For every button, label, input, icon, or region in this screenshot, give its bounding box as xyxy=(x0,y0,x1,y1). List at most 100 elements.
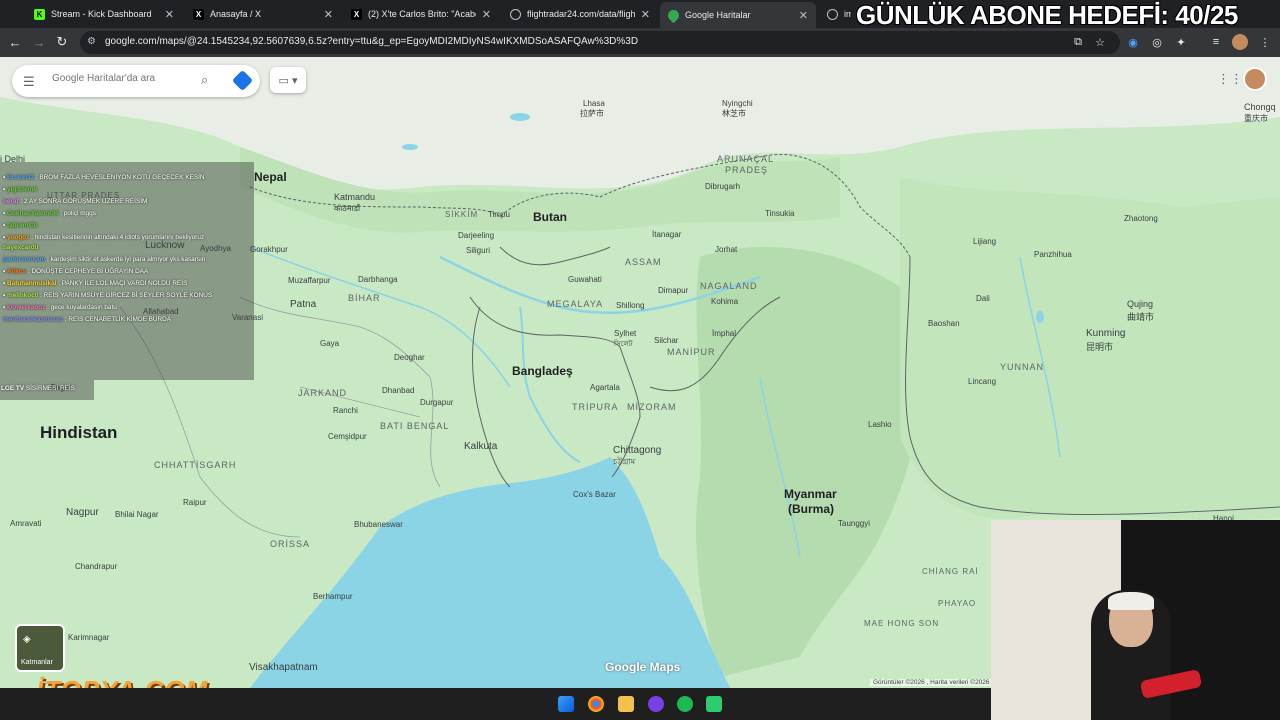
country-label-india[interactable]: Hindistan xyxy=(40,423,117,443)
city-label-raipur[interactable]: Raipur xyxy=(183,498,207,507)
reload-icon[interactable]: ↻ xyxy=(53,33,71,51)
tab-image[interactable]: imag xyxy=(819,3,859,25)
tab-x-home[interactable]: X Anasayfa / X ✕ xyxy=(185,3,341,25)
city-label-silchar[interactable]: Silchar xyxy=(654,336,678,345)
close-icon[interactable]: ✕ xyxy=(165,8,174,21)
city-label-tinsukia[interactable]: Tinsukia xyxy=(765,209,795,218)
windows-start-icon[interactable] xyxy=(558,696,574,712)
city-label-dimapur[interactable]: Dimapur xyxy=(658,286,688,295)
more-menu-icon[interactable]: ⋮ xyxy=(1257,34,1273,50)
city-label-lhasa-local: 拉萨市 xyxy=(580,109,604,118)
city-label-imphal[interactable]: İmphal xyxy=(712,329,736,338)
chat-message: ▪ yoogoz : hindistan kesitlerinin altınd… xyxy=(3,234,205,241)
kick-app-icon[interactable] xyxy=(706,696,722,712)
city-label-lincang[interactable]: Lincang xyxy=(968,377,996,386)
tab-google-maps[interactable]: Google Haritalar ✕ xyxy=(660,2,816,28)
close-icon[interactable]: ✕ xyxy=(482,8,491,21)
spotify-icon[interactable] xyxy=(677,696,693,712)
google-apps-icon[interactable]: ⋮⋮ xyxy=(1217,71,1243,87)
city-label-karimnagar[interactable]: Karimnagar xyxy=(68,633,109,642)
tab-kick[interactable]: K Stream - Kick Dashboard ✕ xyxy=(26,3,182,25)
close-icon[interactable]: ✕ xyxy=(799,9,808,22)
media-icon[interactable]: ≡ xyxy=(1208,34,1224,50)
city-label-lashio[interactable]: Lashio xyxy=(868,420,892,429)
city-label-lijiang[interactable]: Lijiang xyxy=(973,237,996,246)
country-label-bhutan[interactable]: Butan xyxy=(533,210,567,224)
city-label-deoghar[interactable]: Deoghar xyxy=(394,353,425,362)
extension-icon[interactable]: ◉ xyxy=(1125,34,1141,50)
account-avatar[interactable] xyxy=(1243,67,1267,91)
city-label-itanagar[interactable]: İtanagar xyxy=(652,230,681,239)
city-label-katmandu[interactable]: Katmandu xyxy=(334,192,375,202)
city-label-dhanbad[interactable]: Dhanbad xyxy=(382,386,414,395)
country-label-myanmar[interactable]: Myanmar xyxy=(784,487,837,501)
city-label-qujing[interactable]: Qujing xyxy=(1127,299,1153,309)
city-label-baoshan[interactable]: Baoshan xyxy=(928,319,960,328)
close-icon[interactable]: ✕ xyxy=(324,8,333,21)
forward-arrow-icon[interactable]: → xyxy=(30,33,48,51)
close-icon[interactable]: ✕ xyxy=(641,8,650,21)
search-icon[interactable]: ⌕ xyxy=(201,72,208,88)
city-label-muzaffarpur[interactable]: Muzaffarpur xyxy=(288,276,331,285)
keyboard-input-button[interactable]: ▭ ▾ xyxy=(270,67,306,93)
city-label-visakhapatnam[interactable]: Visakhapatnam xyxy=(249,662,318,673)
directions-icon[interactable] xyxy=(231,69,254,92)
tab-flightradar[interactable]: flightradar24.com/data/flights/ ✕ xyxy=(502,3,658,25)
address-bar[interactable]: ⚙ google.com/maps/@24.1545234,92.5607639… xyxy=(80,31,1120,54)
extension-icon[interactable]: ◎ xyxy=(1149,34,1165,50)
city-label-lhasa[interactable]: Lhasa xyxy=(583,99,605,108)
hamburger-menu-icon[interactable]: ☰ xyxy=(23,74,35,90)
file-explorer-icon[interactable] xyxy=(618,696,634,712)
city-label-berhampur[interactable]: Berhampur xyxy=(313,592,353,601)
city-label-siliguri[interactable]: Siliguri xyxy=(466,246,490,255)
city-label-zhaotong[interactable]: Zhaotong xyxy=(1124,214,1158,223)
city-label-chittagong[interactable]: Chittagong xyxy=(613,445,661,456)
city-label-dali[interactable]: Dali xyxy=(976,294,990,303)
city-label-panzhihua[interactable]: Panzhihua xyxy=(1034,250,1072,259)
back-arrow-icon[interactable]: ← xyxy=(6,33,24,51)
city-label-ranchi[interactable]: Ranchi xyxy=(333,406,358,415)
chrome-icon[interactable] xyxy=(588,696,604,712)
city-label-agartala[interactable]: Agartala xyxy=(590,383,620,392)
city-label-bhilai[interactable]: Bhilai Nagar xyxy=(115,510,159,519)
discord-icon[interactable] xyxy=(648,696,664,712)
city-label-amravati[interactable]: Amravati xyxy=(10,519,42,528)
country-label-bangladesh[interactable]: Bangladeş xyxy=(512,364,573,378)
city-label-patna[interactable]: Patna xyxy=(290,299,316,310)
extensions-puzzle-icon[interactable]: ✦ xyxy=(1173,34,1189,50)
city-label-dibrugarh[interactable]: Dibrugarh xyxy=(705,182,740,191)
city-label-darbhanga[interactable]: Darbhanga xyxy=(358,275,398,284)
city-label-taunggyi[interactable]: Taunggyi xyxy=(838,519,870,528)
bookmark-star-icon[interactable]: ☆ xyxy=(1092,34,1108,50)
city-label-jorhat[interactable]: Jorhat xyxy=(715,245,737,254)
city-label-gaya[interactable]: Gaya xyxy=(320,339,339,348)
site-info-icon[interactable]: ⚙ xyxy=(87,36,99,48)
city-label-nyingchi-local: 林芝市 xyxy=(722,109,746,118)
city-label-nagpur[interactable]: Nagpur xyxy=(66,507,99,518)
city-label-gorakhpur[interactable]: Gorakhpur xyxy=(250,245,288,254)
windows-taskbar xyxy=(0,688,991,720)
city-label-jamshedpur[interactable]: Cemşidpur xyxy=(328,432,367,441)
city-label-shillong[interactable]: Shillong xyxy=(616,301,644,310)
city-label-kunming[interactable]: Kunming xyxy=(1086,328,1125,339)
city-label-kohima[interactable]: Kohima xyxy=(711,297,738,306)
profile-avatar-icon[interactable] xyxy=(1232,34,1248,50)
city-label-guwahati[interactable]: Guwahati xyxy=(568,275,602,284)
map-copyright[interactable]: Görüntüler ©2026 , Harita verileri ©2026 xyxy=(870,679,993,686)
city-label-chandrapur[interactable]: Chandrapur xyxy=(75,562,117,571)
country-label-nepal[interactable]: Nepal xyxy=(254,170,287,184)
install-app-icon[interactable]: ⧉ xyxy=(1070,34,1086,50)
city-label-bhubaneswar[interactable]: Bhubaneswar xyxy=(354,520,403,529)
city-label-nyingchi[interactable]: Nyingchi xyxy=(722,99,753,108)
city-label-chongqing[interactable]: Chongq xyxy=(1244,102,1276,112)
tab-x-carlos[interactable]: X (2) X'te Carlos Brito: "Acabei de ✕ xyxy=(343,3,499,25)
city-label-kalkuta[interactable]: Kalkuta xyxy=(464,441,497,452)
city-label-coxs-bazar[interactable]: Cox's Bazar xyxy=(573,490,616,499)
layers-icon: ◈ xyxy=(23,634,31,645)
city-label-darjeeling[interactable]: Darjeeling xyxy=(458,231,494,240)
layers-button[interactable]: ◈ Katmanlar xyxy=(15,624,65,672)
city-label-durgapur[interactable]: Durgapur xyxy=(420,398,453,407)
map-search-input[interactable] xyxy=(52,73,192,84)
city-label-sylhet[interactable]: Sylhet xyxy=(614,329,636,338)
city-label-timpu[interactable]: Timpu xyxy=(488,210,510,219)
